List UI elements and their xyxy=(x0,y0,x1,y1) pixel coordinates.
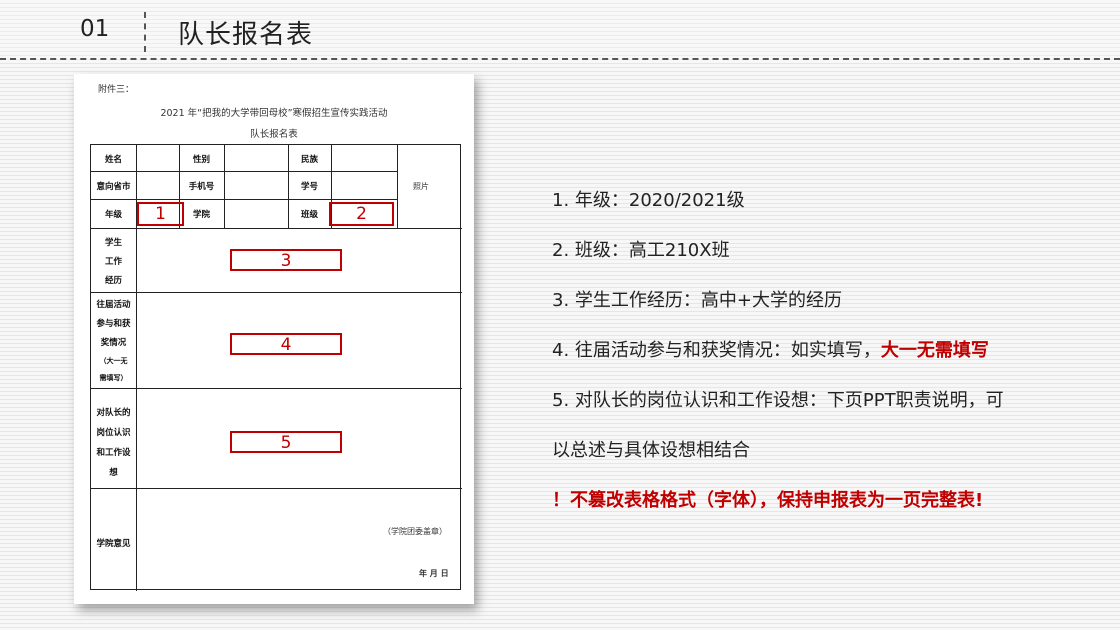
label-phone: 手机号 xyxy=(188,182,215,192)
attachment-label: 附件三： xyxy=(98,85,135,95)
date-line: 年 月 日 xyxy=(419,569,449,578)
marker-1: 1 xyxy=(137,202,184,226)
label-awards-4: （大一无 xyxy=(99,357,128,365)
label-name: 姓名 xyxy=(104,155,122,165)
label-grade: 年级 xyxy=(104,210,122,220)
note-role-line2: 以总述与具体设想相结合 xyxy=(552,440,750,461)
header-dashed-line xyxy=(0,58,1120,60)
label-work-3: 经历 xyxy=(104,276,122,286)
grid-line xyxy=(91,228,462,229)
note-awards: 4. 往届活动参与和获奖情况：如实填写，大一无需填写 xyxy=(552,336,989,362)
label-awards-3: 奖情况 xyxy=(100,338,127,348)
note-class: 2. 班级：高工210X班 xyxy=(552,240,730,261)
label-student-id: 学号 xyxy=(300,182,318,192)
label-gender: 性别 xyxy=(192,155,210,165)
grid-line xyxy=(91,388,462,389)
label-school-opinion: 学院意见 xyxy=(96,539,131,549)
label-work-1: 学生 xyxy=(104,238,122,248)
label-province: 意向省市 xyxy=(96,182,131,192)
page-title: 队长报名表 xyxy=(178,20,314,50)
label-ethnicity: 民族 xyxy=(300,155,318,165)
label-school: 学院 xyxy=(192,210,210,220)
form-document-image: 附件三： 2021 年“把我的大学带回母校”寒假招生宣传实践活动 队长报名表 姓… xyxy=(74,74,474,604)
grid-line xyxy=(397,145,398,228)
label-role-1: 对队长的 xyxy=(96,408,131,418)
label-work-2: 工作 xyxy=(104,257,122,267)
label-role-4: 想 xyxy=(109,468,118,478)
header-divider xyxy=(144,12,146,52)
marker-3: 3 xyxy=(230,249,342,271)
note-awards-text: 4. 往届活动参与和获奖情况：如实填写， xyxy=(552,340,881,361)
marker-5: 5 xyxy=(230,431,342,453)
slide-header: 01 队长报名表 xyxy=(0,0,1120,62)
note-work-experience: 3. 学生工作经历：高中+大学的经历 xyxy=(552,290,842,311)
registration-form-table: 姓名 性别 民族 照片 意向省市 手机号 学号 年级 学院 班级 学生 工作 经… xyxy=(90,144,462,591)
marker-2: 2 xyxy=(329,202,394,226)
label-photo: 照片 xyxy=(413,182,429,191)
label-awards-2: 参与和获 xyxy=(96,319,131,329)
marker-4: 4 xyxy=(230,333,342,355)
section-number: 01 xyxy=(80,16,110,42)
label-role-2: 岗位认识 xyxy=(96,428,131,438)
label-awards-1: 往届活动 xyxy=(96,300,131,310)
label-class: 班级 xyxy=(300,210,318,220)
seal-note: （学院团委盖章） xyxy=(383,527,447,536)
label-role-3: 和工作设 xyxy=(96,448,131,458)
grid-line xyxy=(91,292,462,293)
note-grade: 1. 年级：2020/2021级 xyxy=(552,190,745,211)
grid-line xyxy=(91,488,462,489)
note-role-line1: 5. 对队长的岗位认识和工作设想：下页PPT职责说明，可 xyxy=(552,390,1004,411)
document-subheading: 队长报名表 xyxy=(250,129,298,140)
format-warning: ！不篡改表格格式（字体），保持申报表为一页完整表! xyxy=(552,490,984,511)
label-awards-5: 需填写） xyxy=(99,374,128,382)
grid-line xyxy=(224,145,225,228)
note-awards-highlight: 大一无需填写 xyxy=(880,340,989,361)
document-heading: 2021 年“把我的大学带回母校”寒假招生宣传实践活动 xyxy=(160,108,388,119)
